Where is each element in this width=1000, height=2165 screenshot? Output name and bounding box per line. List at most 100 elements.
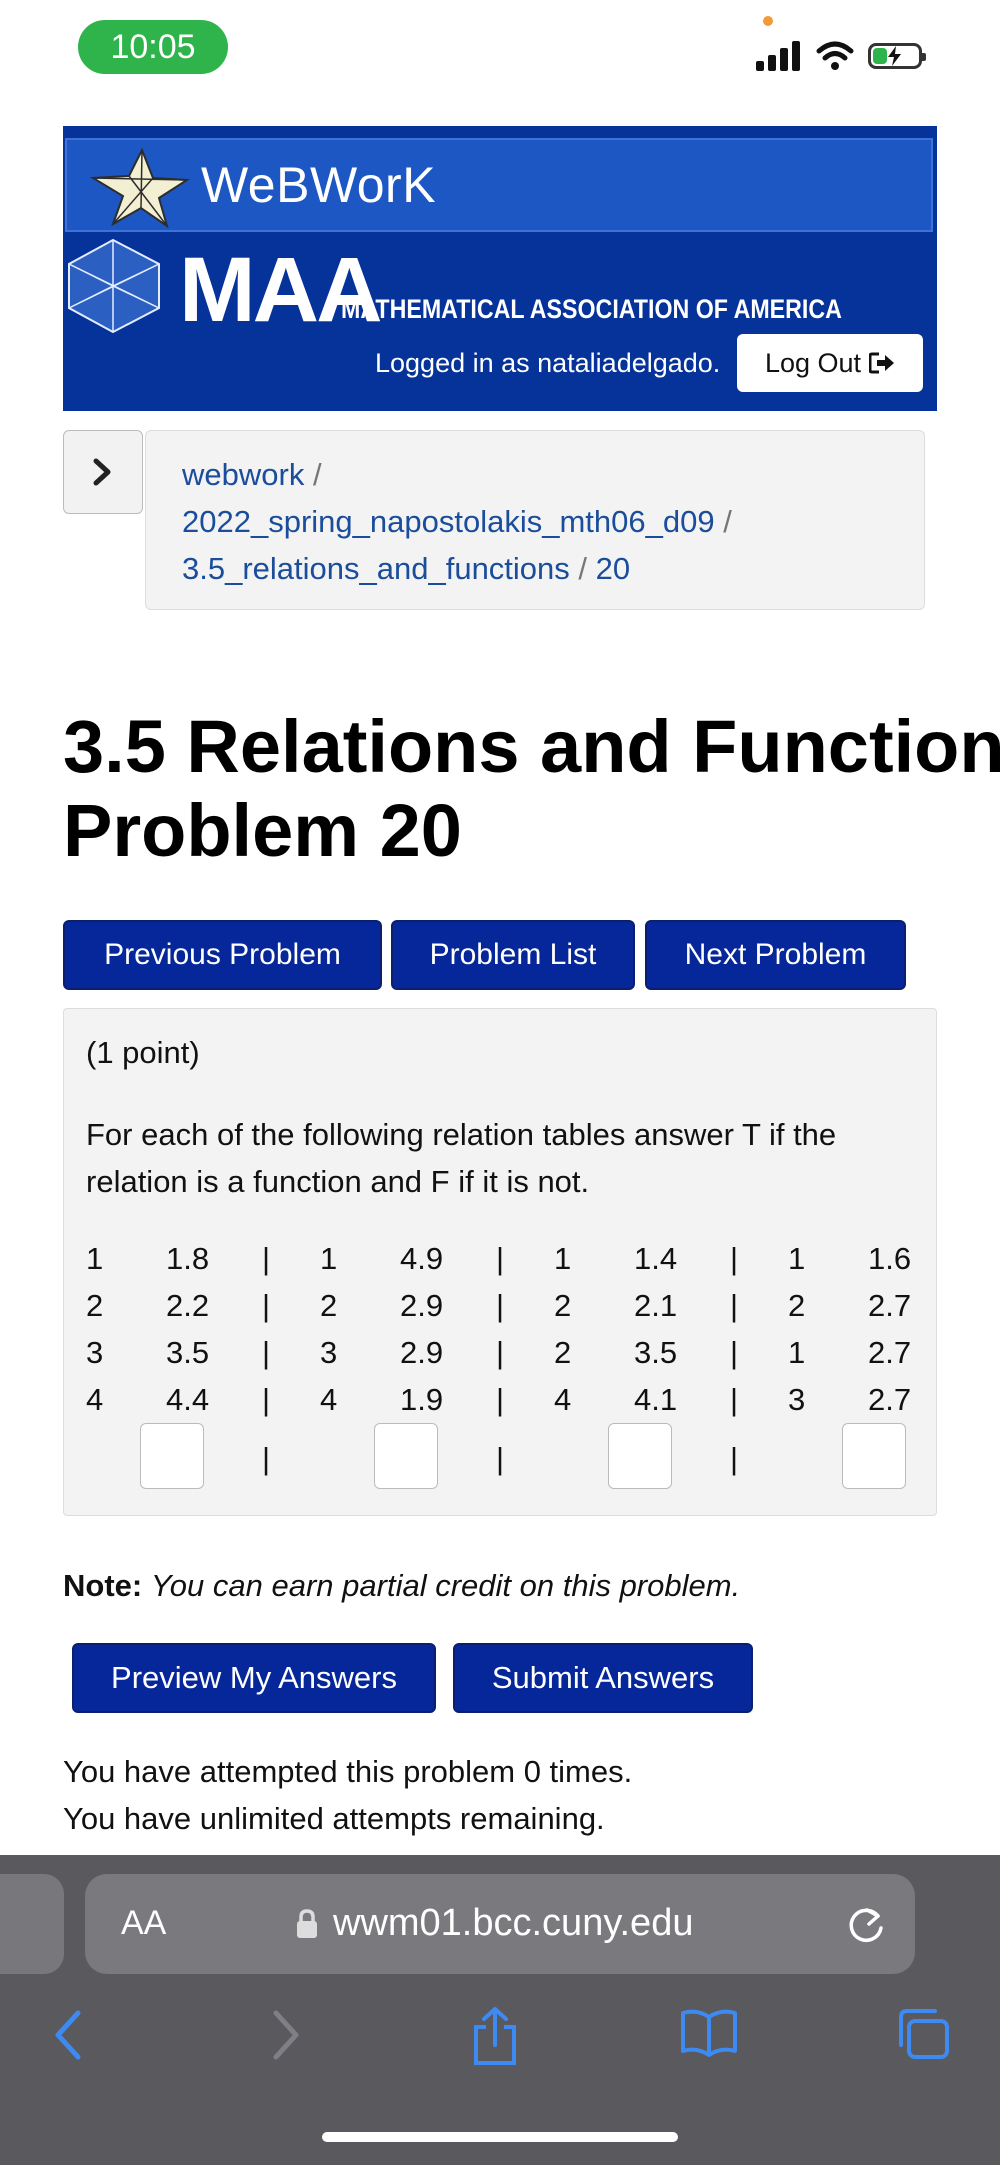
breadcrumb-separator: / bbox=[312, 457, 322, 492]
relation-y-value: 1.6 bbox=[868, 1241, 912, 1276]
column-separator: | bbox=[730, 1241, 739, 1276]
relation-y-value: 1.4 bbox=[634, 1241, 678, 1276]
previous-problem-button[interactable]: Previous Problem bbox=[63, 920, 382, 990]
breadcrumb-separator: / bbox=[578, 551, 588, 586]
relation-x-value: 2 bbox=[788, 1288, 806, 1323]
breadcrumb: webwork / 2022_spring_napostolakis_mth06… bbox=[145, 430, 925, 610]
status-time: 10:05 bbox=[78, 20, 228, 74]
breadcrumb-link-webwork[interactable]: webwork bbox=[182, 457, 304, 492]
note-label: Note: bbox=[63, 1568, 143, 1603]
relation-x-value: 2 bbox=[320, 1288, 338, 1323]
maa-full-name: MATHEMATICAL ASSOCIATION OF AMERICA bbox=[341, 294, 842, 324]
back-icon[interactable] bbox=[50, 2007, 86, 2063]
app-title: WeBWorK bbox=[201, 157, 437, 213]
relation-x-value: 3 bbox=[86, 1335, 104, 1370]
column-separator: | bbox=[262, 1441, 271, 1476]
column-separator: | bbox=[730, 1441, 739, 1476]
relation-x-value: 1 bbox=[788, 1241, 806, 1276]
logout-button[interactable]: Log Out bbox=[737, 334, 923, 392]
breadcrumb-current-problem: 20 bbox=[595, 551, 631, 586]
relation-y-value: 2.7 bbox=[868, 1288, 912, 1323]
relation-y-value: 2.1 bbox=[634, 1288, 678, 1323]
relation-x-value: 4 bbox=[554, 1382, 572, 1417]
breadcrumb-separator: / bbox=[723, 504, 732, 539]
status-icons bbox=[756, 38, 926, 74]
relation-y-value: 4.9 bbox=[400, 1241, 444, 1276]
logout-label: Log Out bbox=[764, 347, 862, 378]
column-separator: | bbox=[730, 1382, 739, 1417]
page-title-line1: 3.5 Relations and Functions bbox=[63, 705, 1000, 788]
relation-x-value: 1 bbox=[86, 1241, 104, 1276]
relation-x-value: 3 bbox=[788, 1382, 806, 1417]
relation-x-value: 1 bbox=[320, 1241, 338, 1276]
relation-y-value: 2.9 bbox=[400, 1288, 444, 1323]
browser-chrome: AA wwm01.bcc.cuny.edu bbox=[0, 1855, 1000, 2165]
answer-input-2[interactable] bbox=[374, 1423, 438, 1489]
address-bar[interactable]: AA wwm01.bcc.cuny.edu bbox=[85, 1874, 915, 1974]
browser-toolbar bbox=[0, 1997, 1000, 2077]
column-separator: | bbox=[262, 1288, 271, 1323]
column-separator: | bbox=[730, 1335, 739, 1370]
column-separator: | bbox=[262, 1335, 271, 1370]
tabs-icon[interactable] bbox=[895, 2007, 951, 2061]
attempts-count-text: You have attempted this problem 0 times. bbox=[63, 1754, 633, 1789]
page-title-line2: Problem 20 bbox=[63, 789, 462, 872]
relation-x-value: 3 bbox=[320, 1335, 338, 1370]
column-separator: | bbox=[262, 1241, 271, 1276]
bookmarks-icon[interactable] bbox=[680, 2007, 738, 2057]
privacy-indicator-dot bbox=[763, 16, 773, 26]
next-problem-button[interactable]: Next Problem bbox=[645, 920, 906, 990]
relation-x-value: 4 bbox=[320, 1382, 338, 1417]
logged-in-text: Logged in as nataliadelgado. bbox=[375, 348, 721, 378]
relation-y-value: 3.5 bbox=[166, 1335, 210, 1370]
lock-icon bbox=[297, 1909, 317, 1938]
webwork-banner: WeBWorK bbox=[65, 138, 933, 232]
column-separator: | bbox=[496, 1335, 505, 1370]
column-separator: | bbox=[262, 1382, 271, 1417]
problem-points: (1 point) bbox=[86, 1035, 200, 1070]
answer-input-4[interactable] bbox=[842, 1423, 906, 1489]
breadcrumb-link-set[interactable]: 3.5_relations_and_functions bbox=[182, 551, 570, 586]
relation-x-value: 4 bbox=[86, 1382, 104, 1417]
relation-x-value: 2 bbox=[554, 1335, 572, 1370]
problem-instructions: For each of the following relation table… bbox=[86, 1117, 837, 1199]
relation-x-value: 2 bbox=[86, 1288, 104, 1323]
attempts-remaining-text: You have unlimited attempts remaining. bbox=[63, 1801, 605, 1836]
share-icon[interactable] bbox=[470, 2007, 520, 2067]
relation-y-value: 1.9 bbox=[400, 1382, 444, 1417]
site-header: WeBWorK MAA MATHEMATICAL ASSOCIATION OF … bbox=[63, 126, 937, 411]
forward-icon[interactable] bbox=[268, 2007, 304, 2063]
relation-x-value: 2 bbox=[554, 1288, 572, 1323]
note-text: You can earn partial credit on this prob… bbox=[150, 1568, 741, 1603]
preview-answers-button[interactable]: Preview My Answers bbox=[72, 1643, 436, 1713]
problem-body: (1 point) For each of the following rela… bbox=[63, 1008, 937, 1516]
answer-input-3[interactable] bbox=[608, 1423, 672, 1489]
webwork-star-logo-icon bbox=[89, 148, 191, 228]
partial-credit-note: Note: You can earn partial credit on thi… bbox=[63, 1568, 740, 1604]
relation-x-value: 1 bbox=[554, 1241, 572, 1276]
answer-input-1[interactable] bbox=[140, 1423, 204, 1489]
previous-tab-preview[interactable] bbox=[0, 1874, 64, 1974]
relation-y-value: 2.2 bbox=[166, 1288, 210, 1323]
relation-y-value: 4.4 bbox=[166, 1382, 210, 1417]
column-separator: | bbox=[496, 1382, 505, 1417]
relation-y-value: 4.1 bbox=[634, 1382, 678, 1417]
relation-x-value: 1 bbox=[788, 1335, 806, 1370]
wifi-icon bbox=[816, 41, 854, 70]
relation-y-value: 1.8 bbox=[166, 1241, 210, 1276]
chevron-right-icon bbox=[93, 458, 111, 486]
submit-answers-button[interactable]: Submit Answers bbox=[453, 1643, 753, 1713]
relation-y-value: 2.7 bbox=[868, 1335, 912, 1370]
reload-icon[interactable] bbox=[845, 1902, 887, 1946]
sidebar-toggle-button[interactable] bbox=[63, 430, 143, 514]
relation-y-value: 3.5 bbox=[634, 1335, 678, 1370]
url-text: wwm01.bcc.cuny.edu bbox=[333, 1902, 694, 1944]
problem-list-button[interactable]: Problem List bbox=[391, 920, 635, 990]
breadcrumb-link-course[interactable]: 2022_spring_napostolakis_mth06_d09 bbox=[182, 504, 715, 539]
home-indicator bbox=[322, 2132, 678, 2142]
sign-out-icon bbox=[869, 352, 895, 374]
column-separator: | bbox=[496, 1441, 505, 1476]
column-separator: | bbox=[730, 1288, 739, 1323]
reader-aa-button[interactable]: AA bbox=[121, 1904, 166, 1943]
relation-y-value: 2.9 bbox=[400, 1335, 444, 1370]
